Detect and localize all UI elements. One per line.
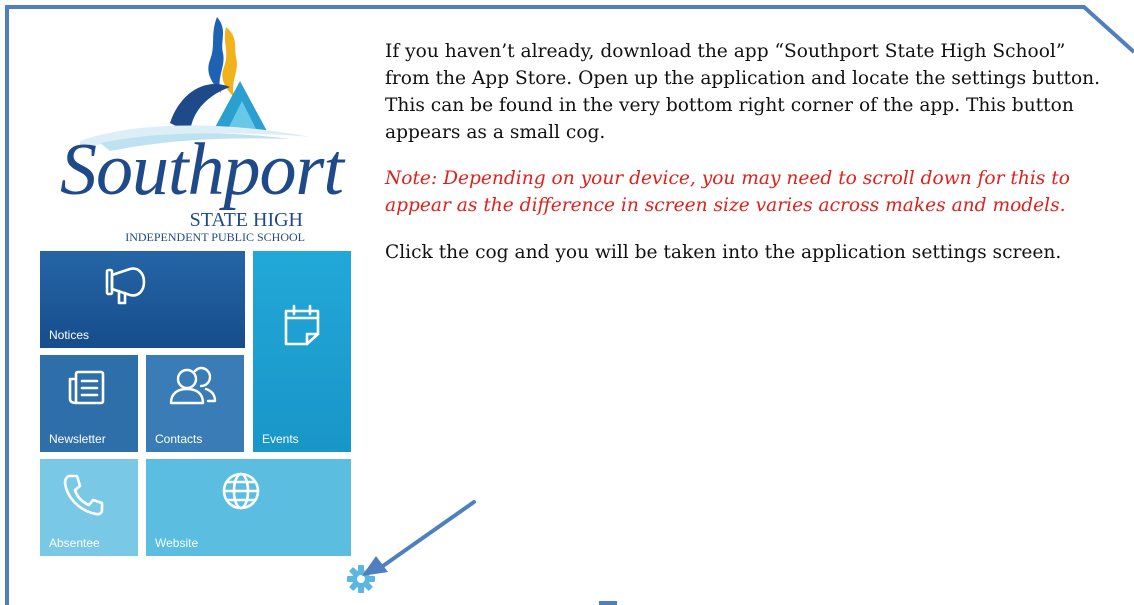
logo-subtitle: STATE HIGH <box>189 209 303 231</box>
newsletter-icon <box>66 369 106 407</box>
tile-label-website: Website <box>155 536 199 550</box>
tile-label-notices: Notices <box>49 328 90 342</box>
instruction-paragraph-1: If you haven’t already, download the app… <box>385 41 1101 143</box>
calendar-icon <box>283 304 321 346</box>
logo-subtitle-small: INDEPENDENT PUBLIC SCHOOL <box>125 230 305 244</box>
pointer-arrow <box>362 500 476 576</box>
phone-icon <box>62 473 104 517</box>
school-logo: Southport STATE HIGH INDEPENDENT PUBLIC … <box>40 15 344 247</box>
instruction-text: If you haven’t already, download the app… <box>385 38 1110 266</box>
tile-notices[interactable]: Notices <box>40 251 245 348</box>
logo-wordmark: Southport <box>60 129 344 211</box>
globe-icon <box>221 471 261 511</box>
tile-label-absentee: Absentee <box>49 536 100 550</box>
tile-website[interactable]: Website <box>146 459 351 556</box>
tile-events[interactable]: Events <box>253 251 351 452</box>
tile-newsletter[interactable]: Newsletter <box>40 355 138 452</box>
tile-label-events: Events <box>262 432 299 446</box>
instruction-note: Note: Depending on your device, you may … <box>385 168 1070 216</box>
tile-contacts[interactable]: Contacts <box>146 355 244 452</box>
tile-label-newsletter: Newsletter <box>49 432 106 446</box>
tile-label-contacts: Contacts <box>155 432 203 446</box>
tile-absentee[interactable]: Absentee <box>40 459 138 556</box>
megaphone-icon <box>104 265 150 307</box>
instruction-paragraph-2: Click the cog and you will be taken into… <box>385 242 1062 263</box>
contacts-icon <box>168 365 218 407</box>
frame-bottom-tab <box>599 601 617 605</box>
